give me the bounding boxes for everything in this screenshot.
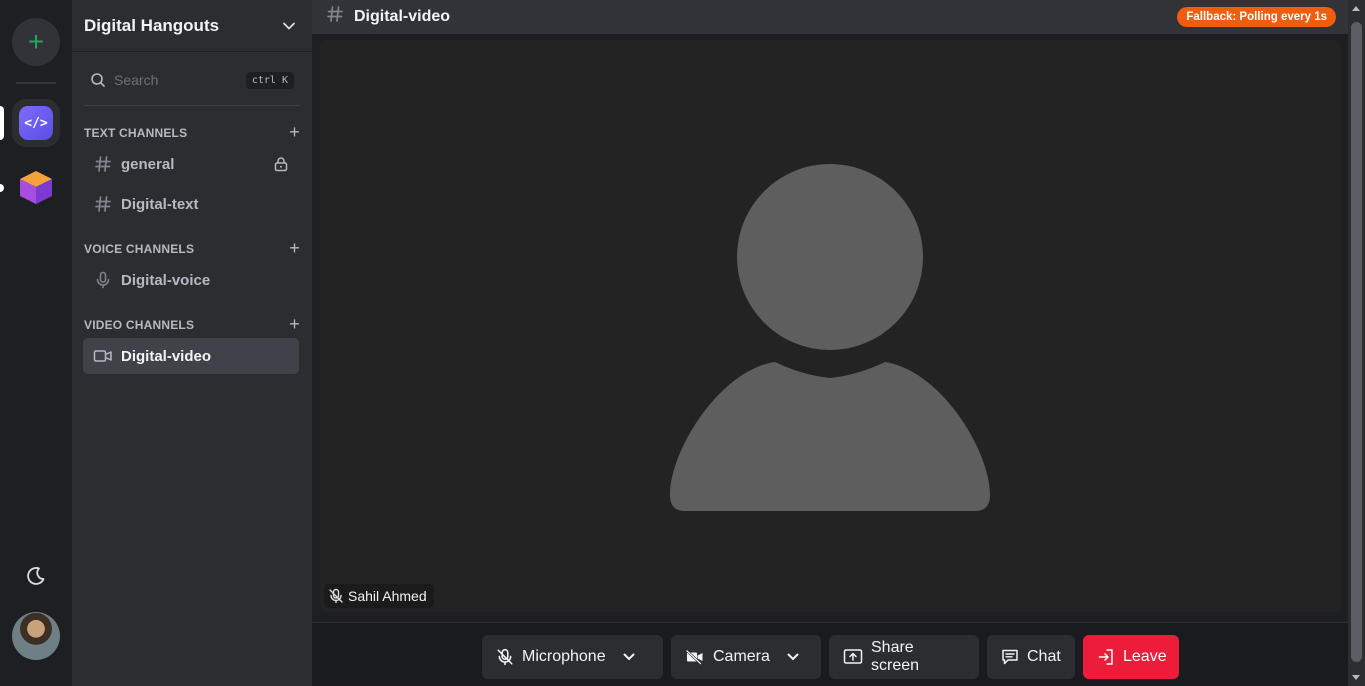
add-video-channel-button[interactable]: + [289, 314, 300, 335]
call-controls: Microphone Camera Share screen Chat Leav… [312, 622, 1348, 686]
participant-name: Sahil Ahmed [348, 588, 427, 604]
server-rail: + </> [0, 0, 72, 686]
code-icon: </> [19, 106, 53, 140]
channel-sidebar: Digital Hangouts Search ctrl K TEXT CHAN… [72, 0, 312, 686]
channel-general[interactable]: general [83, 146, 299, 182]
microphone-icon [93, 271, 113, 289]
search-button[interactable]: Search ctrl K [84, 66, 300, 94]
server-name: Digital Hangouts [84, 15, 220, 35]
participant-name-tag: Sahil Ahmed [324, 584, 434, 608]
channel-label: general [121, 155, 175, 173]
lock-icon [274, 157, 288, 172]
leave-button[interactable]: Leave [1083, 635, 1179, 679]
share-screen-button[interactable]: Share screen [829, 635, 979, 679]
chat-button[interactable]: Chat [987, 635, 1075, 679]
chevron-down-icon[interactable] [786, 650, 800, 664]
page-scrollbar[interactable] [1348, 0, 1365, 686]
add-voice-channel-button[interactable]: + [289, 238, 300, 259]
channel-digital-text[interactable]: Digital-text [83, 186, 299, 222]
microphone-button[interactable]: Microphone [482, 635, 663, 679]
camera-button[interactable]: Camera [671, 635, 821, 679]
hash-icon [93, 195, 113, 213]
channel-header: Digital-video Fallback: Polling every 1s [312, 0, 1348, 34]
theme-toggle-button[interactable] [24, 564, 48, 588]
leave-icon [1097, 648, 1115, 666]
chevron-down-icon [283, 22, 295, 30]
app-window: + </> Digital Hangouts Search ctrl K TEX… [0, 0, 1365, 686]
share-screen-label: Share screen [871, 639, 920, 674]
search-shortcut: ctrl K [245, 71, 294, 89]
add-text-channel-button[interactable]: + [289, 122, 300, 143]
server-header[interactable]: Digital Hangouts [72, 0, 312, 52]
unread-server-indicator [0, 184, 4, 192]
participant-placeholder-icon [670, 164, 990, 511]
category-voice-channels: VOICE CHANNELS + [84, 238, 300, 259]
chat-label: Chat [1027, 648, 1061, 665]
video-camera-icon [93, 348, 113, 364]
video-stage: Sahil Ahmed [320, 40, 1341, 612]
channel-digital-video[interactable]: Digital-video [83, 338, 299, 374]
main-content: Digital-video Fallback: Polling every 1s… [312, 0, 1348, 686]
category-video-channels: VIDEO CHANNELS + [84, 314, 300, 335]
camera-label: Camera [713, 648, 770, 665]
scroll-down-arrow[interactable] [1352, 675, 1360, 680]
chevron-down-icon[interactable] [622, 650, 636, 664]
microphone-label: Microphone [522, 648, 606, 665]
hash-icon [326, 5, 344, 29]
add-server-button[interactable]: + [12, 18, 60, 66]
search-divider [84, 105, 300, 106]
channel-label: Digital-video [121, 347, 212, 365]
camera-off-icon [685, 649, 705, 665]
category-label: TEXT CHANNELS [84, 125, 188, 140]
mic-off-icon [328, 588, 344, 604]
rail-divider [16, 82, 56, 84]
search-placeholder: Search [114, 72, 159, 88]
search-icon [91, 73, 105, 87]
chat-icon [1001, 648, 1019, 666]
channel-title: Digital-video [354, 8, 451, 25]
category-text-channels: TEXT CHANNELS + [84, 122, 300, 143]
scrollbar-thumb[interactable] [1351, 22, 1362, 662]
mic-off-icon [496, 648, 514, 666]
active-server-indicator [0, 106, 4, 140]
server-cube[interactable] [16, 167, 56, 207]
category-label: VIDEO CHANNELS [84, 317, 195, 332]
server-digital-hangouts[interactable]: </> [12, 99, 60, 147]
scroll-up-arrow[interactable] [1352, 6, 1360, 11]
cube-icon [20, 171, 52, 204]
user-avatar[interactable] [12, 612, 60, 660]
hash-icon [93, 155, 113, 173]
share-screen-icon [843, 648, 863, 666]
leave-label: Leave [1123, 648, 1167, 665]
channel-label: Digital-text [121, 195, 199, 213]
status-badge: Fallback: Polling every 1s [1177, 7, 1336, 27]
channel-digital-voice[interactable]: Digital-voice [83, 262, 299, 298]
plus-icon: + [27, 26, 45, 57]
channel-label: Digital-voice [121, 271, 211, 289]
category-label: VOICE CHANNELS [84, 241, 195, 256]
moon-icon [27, 567, 45, 585]
